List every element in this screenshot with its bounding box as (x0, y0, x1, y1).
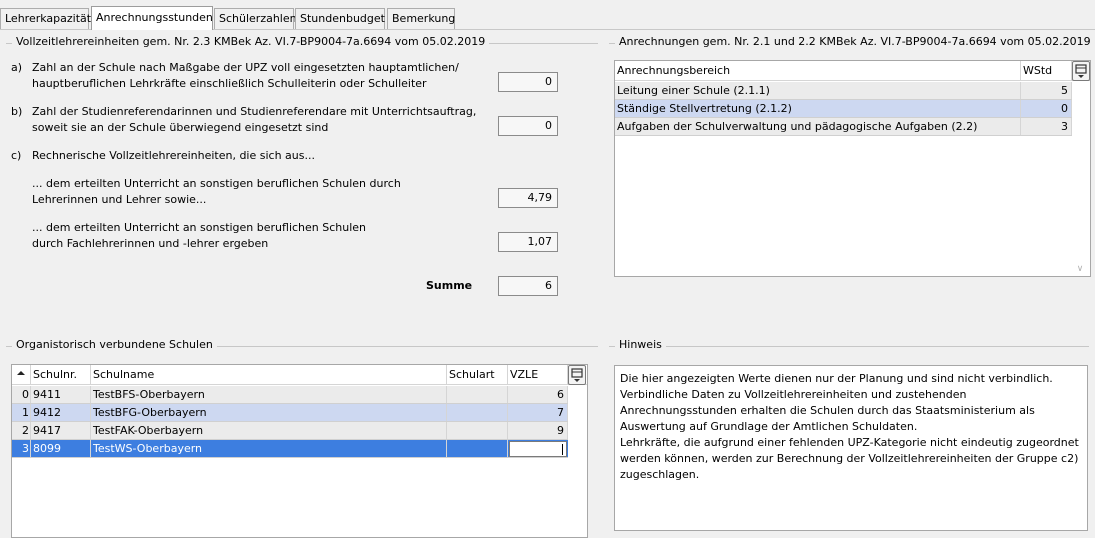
school-vzle[interactable]: 6 (508, 386, 568, 403)
table-row[interactable]: 1 9412 TestBFG-Oberbayern 7 (12, 404, 568, 422)
anrechnungen-table-header: Anrechnungsbereich WStd (615, 61, 1090, 81)
hint-line: zugeschlagen. (620, 468, 700, 481)
vzle-group-title: Vollzeitlehrereinheiten gem. Nr. 2.3 KMB… (12, 35, 490, 48)
table-row[interactable]: Leitung einer Schule (2.1.1) 5 (615, 82, 1072, 100)
anrechnung-area: Ständige Stellvertretung (2.1.2) (615, 100, 1021, 117)
row-index: 3 (12, 440, 31, 457)
school-name: TestBFG-Oberbayern (91, 404, 447, 421)
col-header-schulname[interactable]: Schulname (91, 365, 447, 384)
school-nr: 8099 (31, 440, 91, 457)
item-c1-value[interactable]: 4,79 (498, 188, 558, 208)
school-vzle[interactable]: 7 (508, 404, 568, 421)
school-nr: 9417 (31, 422, 91, 439)
school-vzle[interactable]: 9 (508, 422, 568, 439)
col-header-schulnr[interactable]: Schulnr. (31, 365, 91, 384)
school-nr: 9411 (31, 386, 91, 403)
item-a-line1: Zahl an der Schule nach Maßgabe der UPZ … (32, 61, 459, 74)
hint-group-title: Hinweis (615, 338, 666, 351)
text-cursor (562, 444, 563, 455)
item-c2-line2: durch Fachlehrerinnen und -lehrer ergebe… (32, 237, 269, 250)
anrechnung-wstd[interactable]: 0 (1021, 100, 1072, 117)
tab-anrechnungsstunden[interactable]: Anrechnungsstunden (91, 6, 213, 30)
item-a-value[interactable]: 0 (498, 72, 558, 92)
school-art (447, 422, 508, 439)
school-art (447, 404, 508, 421)
hint-line: Lehrkräfte, die aufgrund einer fehlenden… (620, 436, 1079, 449)
row-index: 0 (12, 386, 31, 403)
table-row-selected[interactable]: 3 8099 TestWS-Oberbayern (12, 440, 568, 458)
school-art (447, 386, 508, 403)
tab-bar: Lehrerkapazität Anrechnungsstunden Schül… (0, 6, 1095, 30)
item-a-letter: a) (11, 61, 23, 74)
anrechnung-area: Leitung einer Schule (2.1.1) (615, 82, 1021, 99)
table-row[interactable]: Aufgaben der Schulverwaltung und pädagog… (615, 118, 1072, 136)
sum-value[interactable]: 6 (498, 276, 558, 296)
tab-schuelerzahlen[interactable]: Schülerzahlen (214, 8, 297, 29)
anrechnungen-group-title: Anrechnungen gem. Nr. 2.1 und 2.2 KMBek … (615, 35, 1095, 48)
item-b-line2: soweit sie an der Schule überwiegend ein… (32, 121, 329, 134)
hint-line: werden können, werden zur Berechnung der… (620, 452, 1079, 465)
hint-text-box: Die hier angezeigten Werte dienen nur de… (614, 365, 1088, 531)
table-row[interactable]: 0 9411 TestBFS-Oberbayern 6 (12, 386, 568, 404)
hint-line: Auswertung auf Grundlage der Amtlichen S… (620, 420, 918, 433)
item-c-letter: c) (11, 149, 22, 162)
sort-ascending-icon[interactable] (12, 365, 31, 384)
table-row[interactable]: 2 9417 TestFAK-Oberbayern 9 (12, 422, 568, 440)
tab-stundenbudget[interactable]: Stundenbudget (295, 8, 385, 29)
hint-line: Anrechnungsstunden erhalten die Schulen … (620, 404, 1035, 417)
item-c2-line1: ... dem erteilten Unterricht an sonstige… (32, 221, 367, 234)
col-header-anrechnungsbereich[interactable]: Anrechnungsbereich (615, 61, 1021, 80)
hint-group-border (609, 346, 1089, 347)
schools-table-header: Schulnr. Schulname Schulart VZLE (12, 365, 587, 385)
item-c-line1: Rechnerische Vollzeitlehrereinheiten, di… (32, 149, 315, 162)
col-header-vzle[interactable]: VZLE (508, 365, 568, 384)
table-menu-icon[interactable] (568, 365, 586, 385)
col-header-schulart[interactable]: Schulart (447, 365, 508, 384)
school-art (447, 440, 508, 457)
sum-label: Summe (426, 279, 473, 292)
table-row[interactable]: Ständige Stellvertretung (2.1.2) 0 (615, 100, 1072, 118)
vzle-edit-input[interactable] (509, 441, 567, 457)
scroll-down-icon[interactable]: ∨ (1074, 263, 1086, 275)
item-c1-line1: ... dem erteilten Unterricht an sonstige… (32, 177, 401, 190)
anrechnung-wstd[interactable]: 3 (1021, 118, 1072, 135)
school-name: TestFAK-Oberbayern (91, 422, 447, 439)
anrechnung-area: Aufgaben der Schulverwaltung und pädagog… (615, 118, 1021, 135)
hint-line: Verbindliche Daten zu Vollzeitlehrereinh… (620, 388, 967, 401)
item-b-value[interactable]: 0 (498, 116, 558, 136)
item-c2-value[interactable]: 1,07 (498, 232, 558, 252)
row-index: 2 (12, 422, 31, 439)
row-index: 1 (12, 404, 31, 421)
tab-lehrerkapazitaet[interactable]: Lehrerkapazität (0, 8, 91, 29)
school-name: TestWS-Oberbayern (91, 440, 447, 457)
tab-bemerkung[interactable]: Bemerkung (387, 8, 455, 29)
schools-group-title: Organistorisch verbundene Schulen (12, 338, 217, 351)
item-b-line1: Zahl der Studienreferendarinnen und Stud… (32, 105, 477, 118)
anrechnung-wstd[interactable]: 5 (1021, 82, 1072, 99)
school-nr: 9412 (31, 404, 91, 421)
hint-line: Die hier angezeigten Werte dienen nur de… (620, 372, 1053, 385)
col-header-wstd[interactable]: WStd (1021, 61, 1072, 80)
item-b-letter: b) (11, 105, 23, 118)
table-menu-icon[interactable] (1072, 61, 1090, 81)
schools-table: Schulnr. Schulname Schulart VZLE 0 9411 … (11, 364, 588, 538)
item-c1-line2: Lehrerinnen und Lehrer sowie... (32, 193, 207, 206)
school-name: TestBFS-Oberbayern (91, 386, 447, 403)
item-a-line2: hauptberuflichen Lehrkräfte einschließli… (32, 77, 427, 90)
anrechnungen-table: Anrechnungsbereich WStd Leitung einer Sc… (614, 60, 1091, 277)
